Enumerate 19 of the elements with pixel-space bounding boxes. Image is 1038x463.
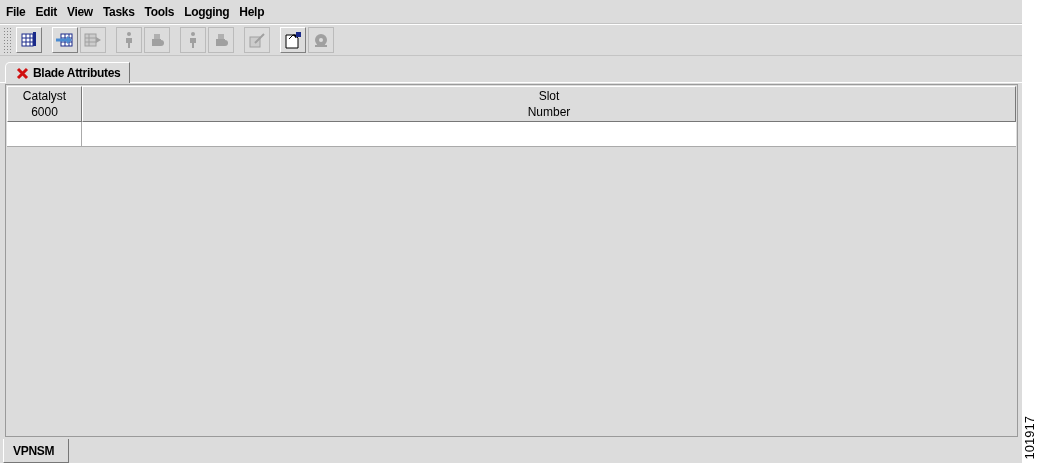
table-row[interactable] [7, 122, 1016, 147]
menu-item[interactable]: View [62, 2, 99, 21]
column-header[interactable]: Catalyst 6000 [7, 86, 82, 122]
tab[interactable]: Blade Attributes [5, 62, 131, 83]
table-icon [19, 30, 39, 50]
close-icon[interactable] [16, 66, 29, 80]
menu-item[interactable]: File [2, 2, 32, 21]
menu-item[interactable]: Tasks [98, 2, 141, 21]
menu-item[interactable]: Tools [140, 2, 181, 21]
column-header[interactable]: Slot Number [82, 86, 1016, 122]
tab[interactable]: VPNSM [3, 439, 70, 463]
figure-number: 101917 [1023, 415, 1037, 459]
menu-item[interactable]: Edit [31, 2, 63, 21]
table-arrow-icon [55, 30, 75, 50]
menu-item[interactable]: Help [235, 2, 271, 21]
pencil-icon [247, 30, 267, 50]
document-icon [283, 30, 303, 50]
menu-item[interactable]: Logging [180, 2, 236, 21]
table-arrow-icon [83, 30, 103, 50]
